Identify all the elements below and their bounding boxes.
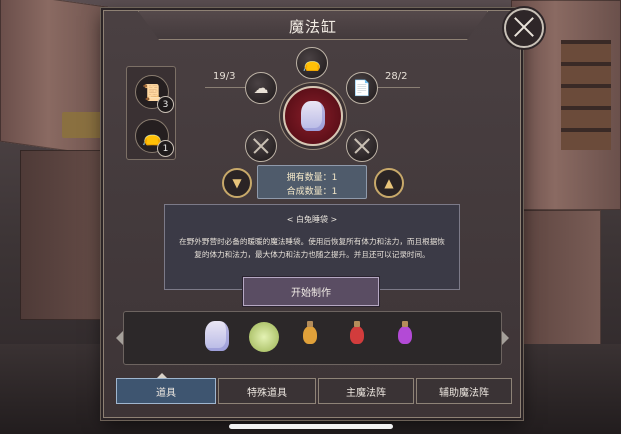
home-indicator[interactable] <box>229 424 393 429</box>
start-craft-button[interactable]: 开始制作 <box>243 277 379 306</box>
quantity-box: 拥有数量：1 合成数量：1 <box>257 165 367 199</box>
tab-items[interactable]: 道具 <box>116 378 216 404</box>
result-item-slot[interactable] <box>283 86 343 146</box>
left-material-ratio: 19/3 <box>213 71 236 82</box>
right-lower-building <box>511 210 601 350</box>
craft-count: 合成数量：1 <box>286 187 338 197</box>
tab-aux-magic-circle[interactable]: 辅助魔法阵 <box>416 378 512 404</box>
red-potion-icon[interactable] <box>350 321 364 344</box>
parchment-icon: 📄 <box>352 79 372 97</box>
white-rabbit-sleeping-bag-icon <box>301 101 325 131</box>
material-side-panel: 📜 3 👝 1 <box>126 66 176 160</box>
orange-potion-icon[interactable] <box>303 321 317 344</box>
side-slot-count: 3 <box>157 96 174 113</box>
increase-button[interactable]: ▲ <box>374 168 404 198</box>
item-description: 在野外野营时必备的暖暖的魔法睡袋。使用后恢复所有体力和法力，而且根据恢复的体力和… <box>179 237 445 259</box>
connector-line <box>374 87 420 88</box>
side-slot-scroll[interactable]: 📜 3 <box>135 75 174 113</box>
decrease-button[interactable]: ▼ <box>222 168 252 198</box>
white-rabbit-sleeping-bag-icon <box>205 321 229 351</box>
empty-slot-right[interactable] <box>346 130 378 162</box>
item-name: < 白兔睡袋 > <box>286 215 338 224</box>
dialog-title: 魔法缸 <box>288 18 337 36</box>
title-bar: 魔法缸 <box>138 11 488 40</box>
pouch-icon: 👝 <box>302 54 322 72</box>
chevron-up-icon: ▲ <box>384 176 394 190</box>
right-material-ratio: 28/2 <box>385 71 408 82</box>
tab-special-items[interactable]: 特殊道具 <box>218 378 316 404</box>
chevron-down-icon: ▼ <box>232 176 242 190</box>
cotton-icon: ☁ <box>253 79 269 97</box>
owned-count: 拥有数量：1 <box>286 173 338 183</box>
tab-main-magic-circle[interactable]: 主魔法阵 <box>318 378 414 404</box>
left-material-slot[interactable]: ☁ <box>245 72 277 104</box>
purple-potion-icon[interactable] <box>398 321 412 344</box>
top-material-slot[interactable]: 👝 <box>296 47 328 79</box>
green-herb-icon[interactable] <box>249 322 279 352</box>
recipe-item[interactable] <box>203 318 231 354</box>
bookshelf <box>561 40 611 150</box>
side-slot-count: 1 <box>157 140 174 157</box>
close-button[interactable] <box>504 8 544 48</box>
empty-slot-left[interactable] <box>245 130 277 162</box>
right-material-slot[interactable]: 📄 <box>346 72 378 104</box>
side-slot-pouch[interactable]: 👝 1 <box>135 119 174 157</box>
